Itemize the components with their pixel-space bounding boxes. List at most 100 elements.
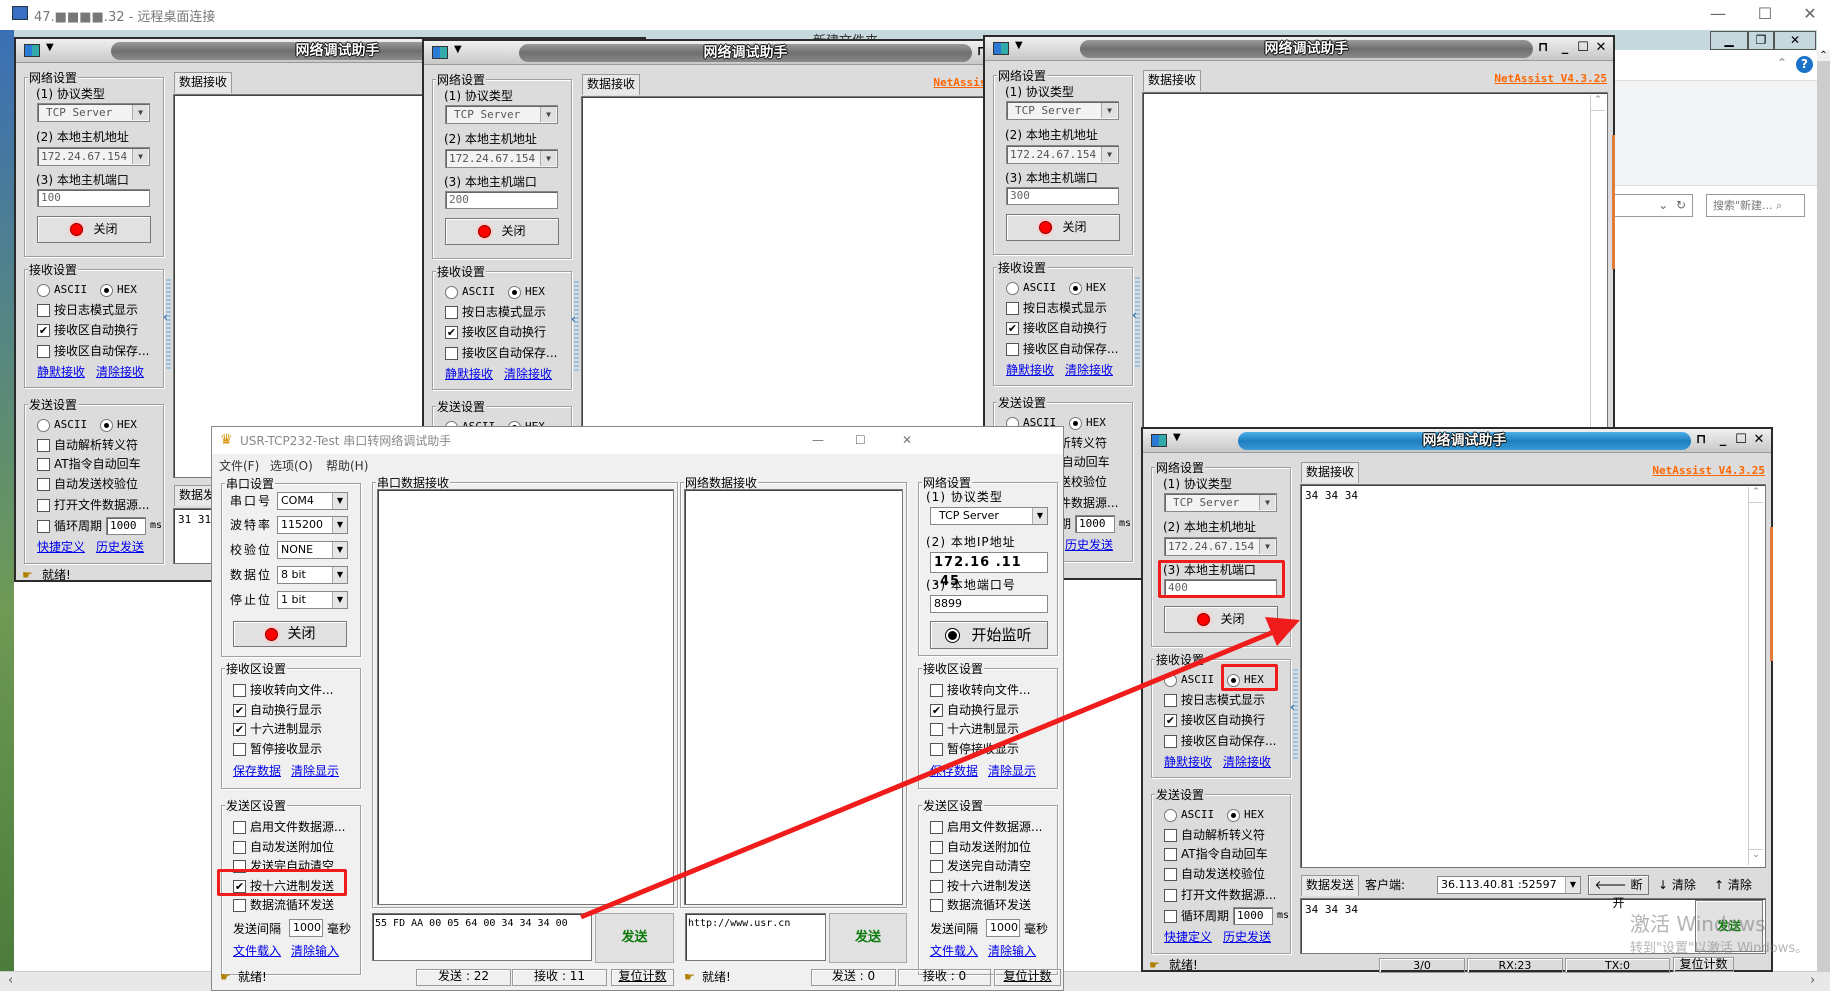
chevron-down-icon[interactable]: ▼: [1101, 147, 1117, 162]
local-address-select[interactable]: 172.24.67.154 ▼: [37, 147, 150, 166]
recv-ascii-radio[interactable]: [445, 286, 458, 299]
menu-file[interactable]: 文件(F): [219, 457, 259, 474]
chevron-down-icon[interactable]: ▼: [132, 149, 148, 164]
chevron-down-icon[interactable]: ▼: [332, 592, 347, 608]
left-recv-checkbox-1[interactable]: [233, 703, 246, 717]
net-send-textarea[interactable]: http://www.usr.cn: [685, 913, 826, 961]
scroll-up-icon[interactable]: ⌃: [1817, 50, 1830, 61]
client-select[interactable]: 36.113.40.81 :52597 ▼: [1437, 876, 1581, 894]
loop-checkbox[interactable]: [1164, 910, 1177, 923]
collapse-chevron-icon[interactable]: ‹: [1290, 699, 1295, 715]
send-ascii-radio[interactable]: [37, 419, 50, 432]
right-send-checkbox-3[interactable]: [930, 879, 943, 893]
auto-save-checkbox[interactable]: [445, 347, 458, 360]
left-recv-clear-link[interactable]: 清除显示: [291, 763, 339, 779]
chevron-down-icon[interactable]: ▼: [1565, 877, 1580, 893]
maximize-button[interactable]: ☐: [1575, 40, 1591, 56]
right-send-checkbox-0[interactable]: [930, 821, 943, 834]
maximize-button[interactable]: ☐: [1733, 432, 1749, 448]
receive-textarea[interactable]: 34 34 34 ⌃ ⌄: [1300, 484, 1766, 868]
recv-hex-radio[interactable]: [1069, 282, 1082, 295]
left-send-checkbox-2[interactable]: [233, 860, 246, 873]
local-port-input[interactable]: 200: [445, 191, 558, 209]
left-recv-save-link[interactable]: 保存数据: [233, 763, 281, 779]
collapse-chevron-icon[interactable]: ‹: [1132, 307, 1137, 323]
right-recv-save-link[interactable]: 保存数据: [930, 763, 978, 779]
minimize-button[interactable]: _: [1715, 432, 1731, 448]
serial-send-button[interactable]: 发送: [595, 913, 674, 963]
net-receive-textarea[interactable]: [684, 489, 903, 905]
right-send-interval-input[interactable]: 1000: [986, 919, 1020, 937]
local-address-select[interactable]: 172.24.67.154 ▼: [1164, 537, 1277, 556]
left-send-checkbox-4[interactable]: [233, 899, 246, 912]
usr-ip-input[interactable]: 172.16 .11 .45: [930, 552, 1048, 589]
auto-checksum-checkbox[interactable]: [37, 478, 50, 491]
history-link[interactable]: 历史发送: [1223, 929, 1271, 945]
chevron-down-icon[interactable]: ▼: [332, 517, 347, 533]
remote-desktop-titlebar[interactable]: 47.■■■■.32 - 远程桌面连接 — ☐ ✕: [0, 0, 1830, 30]
tab-data-receive[interactable]: 数据接收: [1143, 70, 1201, 91]
network-app-icon[interactable]: [993, 42, 1009, 55]
minimize-button[interactable]: —: [1698, 2, 1738, 26]
scroll-left-icon[interactable]: ‹: [8, 973, 13, 988]
recv-hex-radio[interactable]: [1227, 674, 1240, 687]
chevron-down-icon[interactable]: ▼: [540, 107, 556, 122]
open-file-checkbox[interactable]: [1164, 889, 1177, 902]
loop-interval-input[interactable]: 1000: [1075, 515, 1115, 533]
close-connection-button[interactable]: 关闭: [445, 218, 559, 245]
right-send-checkbox-4[interactable]: [930, 899, 943, 912]
auto-save-checkbox[interactable]: [1164, 735, 1177, 748]
menu-options[interactable]: 选项(O): [270, 457, 313, 474]
left-recv-checkbox-3[interactable]: [233, 742, 246, 756]
log-mode-checkbox[interactable]: [445, 306, 458, 319]
explorer-restore-button[interactable]: ❐: [1748, 31, 1774, 50]
left-send-interval-input[interactable]: 1000: [289, 919, 323, 937]
log-mode-checkbox[interactable]: [1164, 694, 1177, 707]
clear-recv-link[interactable]: 清除接收: [96, 364, 144, 380]
recv-hex-radio[interactable]: [100, 284, 113, 297]
auto-wrap-checkbox[interactable]: [445, 326, 458, 339]
loop-interval-input[interactable]: 1000: [1233, 907, 1273, 925]
right-recv-clear-link[interactable]: 清除显示: [988, 763, 1036, 779]
local-address-select[interactable]: 172.24.67.154 ▼: [1006, 145, 1119, 164]
scroll-up-icon[interactable]: ⌃: [1591, 95, 1605, 111]
usr-protocol-select[interactable]: TCP Server ▼: [930, 507, 1048, 525]
close-button[interactable]: ✕: [902, 432, 912, 448]
close-button[interactable]: ✕: [1751, 432, 1767, 448]
right-send-file-load-link[interactable]: 文件载入: [930, 943, 978, 959]
at-cr-checkbox[interactable]: [1164, 848, 1177, 861]
close-connection-button[interactable]: 关闭: [37, 216, 151, 243]
tab-data-receive[interactable]: 数据接收: [174, 72, 232, 93]
recv-ascii-radio[interactable]: [1164, 674, 1177, 687]
reset-count-right-button[interactable]: 复位计数: [994, 969, 1061, 986]
reset-count-button[interactable]: 复位计数: [1673, 957, 1734, 972]
network-app-icon[interactable]: [24, 44, 40, 57]
recv-hex-radio[interactable]: [508, 286, 521, 299]
minimize-button[interactable]: _: [1557, 40, 1573, 56]
system-menu-caret-icon[interactable]: ▼: [1015, 40, 1023, 51]
chevron-down-icon[interactable]: ▼: [1101, 103, 1117, 118]
menu-help[interactable]: 帮助(H): [326, 457, 368, 474]
auto-escape-checkbox[interactable]: [37, 439, 50, 452]
vertical-scrollbar[interactable]: ⌃: [1817, 50, 1830, 971]
shortcut-link[interactable]: 快捷定义: [37, 539, 85, 555]
left-send-file-load-link[interactable]: 文件载入: [233, 943, 281, 959]
system-menu-caret-icon[interactable]: ▼: [454, 44, 462, 55]
chevron-down-icon[interactable]: ▼: [1259, 495, 1275, 510]
history-link[interactable]: 历史发送: [1065, 537, 1113, 553]
network-app-icon[interactable]: [432, 46, 448, 59]
ribbon-collapse-icon[interactable]: ⌃: [1777, 56, 1787, 70]
tab-data-receive[interactable]: 数据接收: [1301, 462, 1359, 483]
help-icon[interactable]: ?: [1796, 56, 1813, 73]
tab-data-send[interactable]: 数据发送: [1301, 875, 1359, 896]
recv-ascii-radio[interactable]: [37, 284, 50, 297]
close-button[interactable]: ✕: [1790, 2, 1830, 26]
open-file-checkbox[interactable]: [37, 499, 50, 512]
receive-scrollbar[interactable]: ⌃ ⌄: [1590, 95, 1605, 473]
usr-port-input[interactable]: 8899: [930, 595, 1048, 613]
net-send-button[interactable]: 发送: [829, 913, 907, 963]
history-link[interactable]: 历史发送: [96, 539, 144, 555]
system-menu-caret-icon[interactable]: ▼: [46, 42, 54, 53]
scroll-up-icon[interactable]: ⌃: [1749, 487, 1763, 503]
close-button[interactable]: ✕: [1593, 40, 1609, 56]
